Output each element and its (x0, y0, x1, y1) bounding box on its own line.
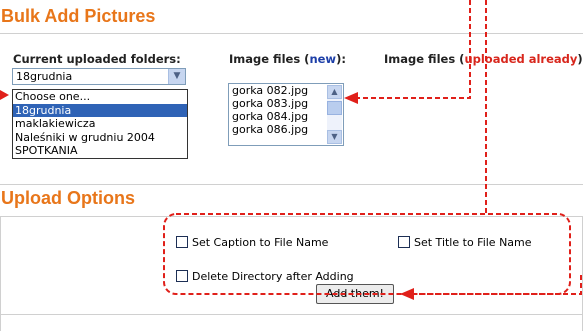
annotation-arrow-to-button (412, 275, 582, 295)
annotation-arrow-to-files (356, 0, 471, 99)
annotation-overlay (0, 0, 582, 300)
annotation-options-frame (163, 213, 571, 295)
arrowhead-left-icon (0, 90, 9, 100)
arrowhead-files-icon (344, 92, 358, 104)
arrowhead-button-icon (400, 288, 414, 300)
